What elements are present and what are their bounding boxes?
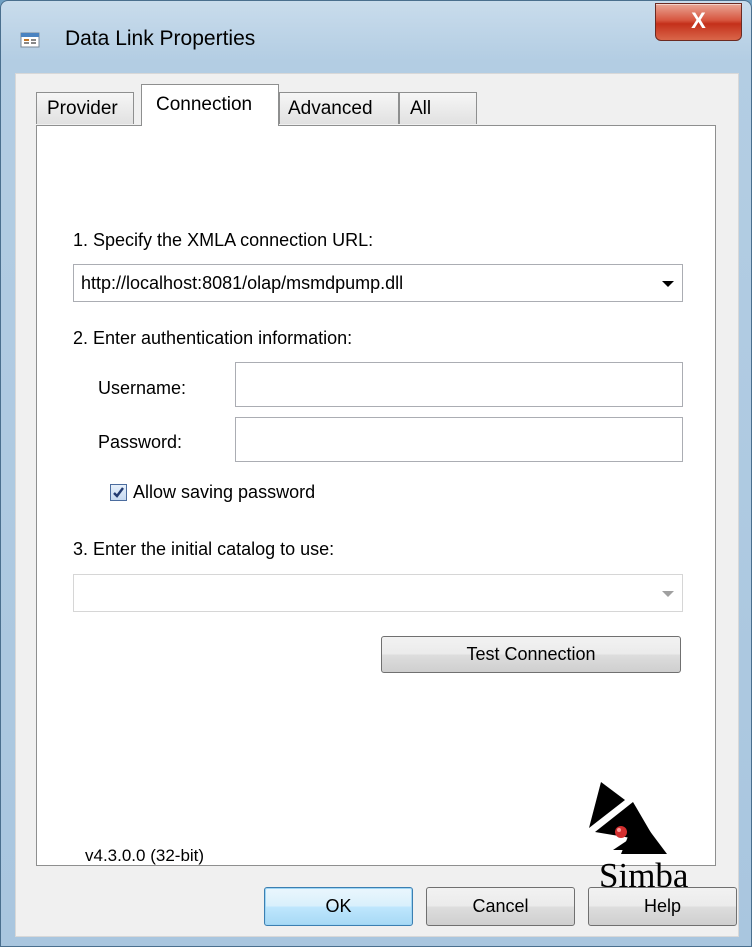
allow-saving-checkbox[interactable] xyxy=(110,484,127,501)
url-value: http://localhost:8081/olap/msmdpump.dll xyxy=(81,273,404,293)
title-bar[interactable]: Data Link Properties X xyxy=(1,1,751,73)
tab-connection[interactable]: Connection xyxy=(141,84,279,126)
tab-strip: Provider Connection Advanced All xyxy=(16,74,738,126)
checkmark-icon xyxy=(113,487,124,498)
cancel-button[interactable]: Cancel xyxy=(426,887,575,926)
catalog-combobox[interactable] xyxy=(73,574,683,612)
step3-label: 3. Enter the initial catalog to use: xyxy=(73,539,335,559)
step2-label: 2. Enter authentication information: xyxy=(73,328,353,348)
version-label: v4.3.0.0 (32-bit) xyxy=(85,846,205,865)
password-label: Password: xyxy=(98,432,183,452)
url-combobox[interactable]: http://localhost:8081/olap/msmdpump.dll xyxy=(73,264,683,302)
test-connection-button[interactable]: Test Connection xyxy=(381,636,681,673)
tab-advanced[interactable]: Advanced xyxy=(279,92,399,124)
tab-provider[interactable]: Provider xyxy=(36,92,134,124)
dropdown-arrow-icon[interactable] xyxy=(662,591,674,597)
connection-panel: 1. Specify the XMLA connection URL: http… xyxy=(36,125,716,903)
password-input[interactable] xyxy=(235,417,683,462)
help-button[interactable]: Help xyxy=(588,887,737,926)
step1-label: 1. Specify the XMLA connection URL: xyxy=(73,230,374,250)
window-title: Data Link Properties xyxy=(65,27,256,50)
allow-saving-label[interactable]: Allow saving password xyxy=(133,482,315,503)
dropdown-arrow-icon[interactable] xyxy=(662,281,674,287)
username-label: Username: xyxy=(98,378,187,398)
close-button[interactable]: X xyxy=(655,3,742,41)
dialog-client: Provider Connection Advanced All 1. Spec… xyxy=(15,73,739,937)
dialog-window: Data Link Properties X Provider Connecti… xyxy=(0,0,752,947)
close-icon: X xyxy=(691,8,706,33)
tab-all[interactable]: All xyxy=(399,92,477,124)
ok-button[interactable]: OK xyxy=(264,887,413,926)
app-icon xyxy=(20,32,40,48)
username-input[interactable] xyxy=(235,362,683,407)
